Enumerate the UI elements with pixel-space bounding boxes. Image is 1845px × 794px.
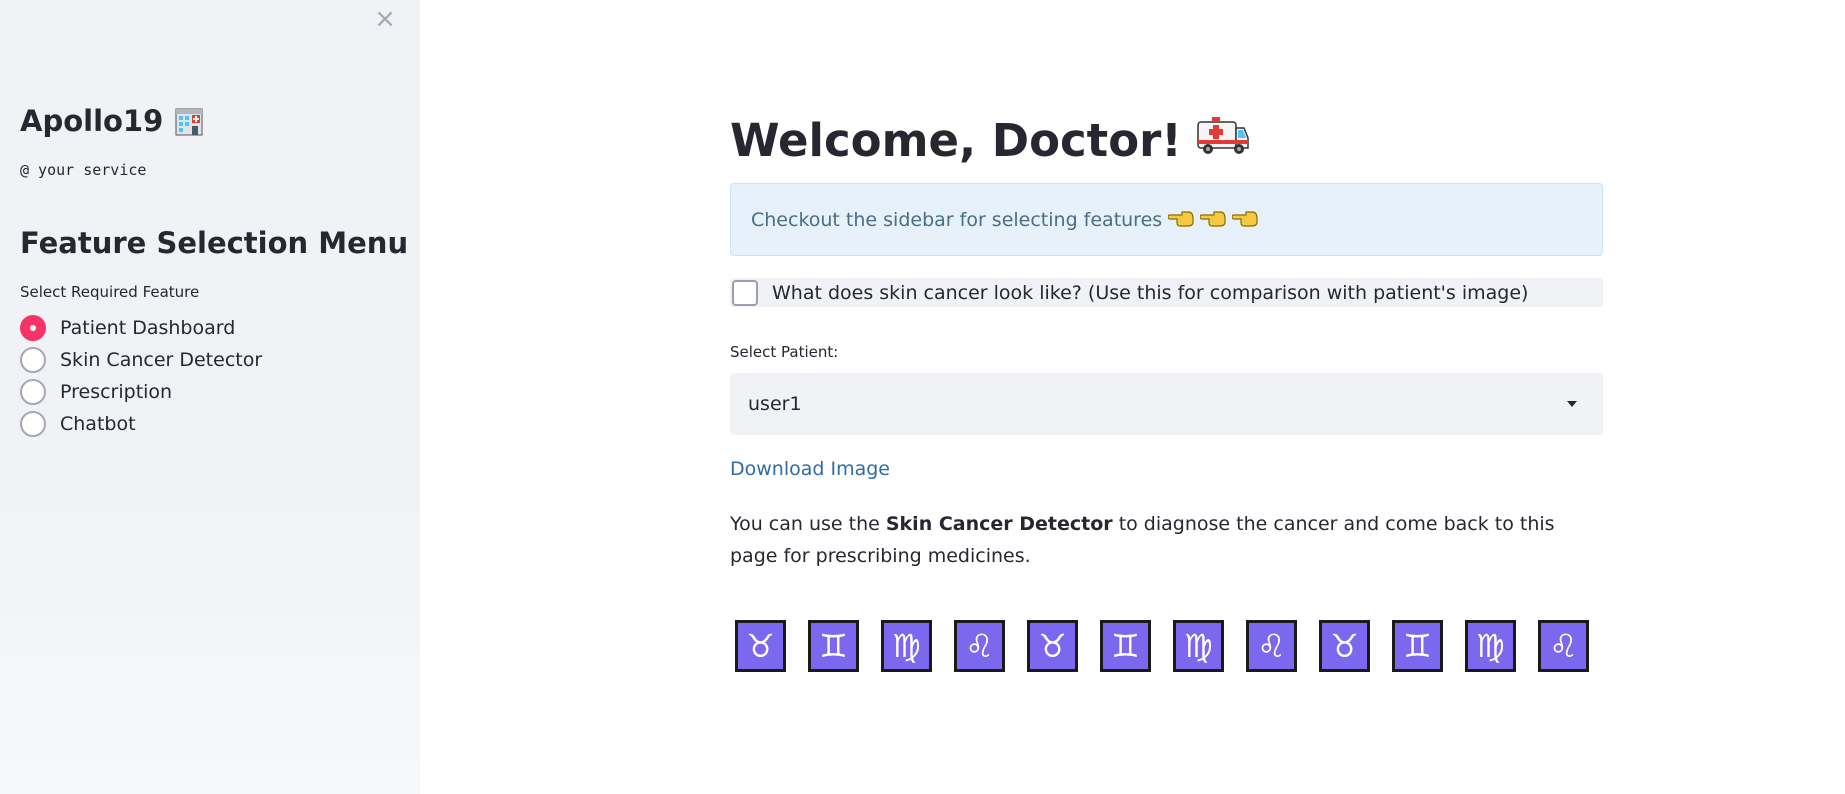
zodiac-emoji-row: ♉ ♊ ♍ ♌ ♉ ♊ ♍ ♌ ♉ ♊ ♍ ♌ <box>735 620 1589 672</box>
ambulance-icon <box>1196 112 1250 169</box>
app-title: Apollo19 <box>20 104 205 138</box>
sidebar: × Apollo19 @ your service Feature Select… <box>0 0 420 794</box>
patient-select-value: user1 <box>748 393 802 415</box>
gemini-icon: ♊ <box>808 620 859 672</box>
radio-skin-cancer-detector[interactable]: Skin Cancer Detector <box>20 344 262 376</box>
radio-label: Prescription <box>60 381 173 403</box>
app-subtitle: @ your service <box>20 161 147 179</box>
radio-chatbot[interactable]: Chatbot <box>20 408 262 440</box>
gemini-icon: ♊ <box>1392 620 1443 672</box>
menu-title: Feature Selection Menu <box>20 226 409 260</box>
radio-label: Chatbot <box>60 413 136 435</box>
radio-prescription[interactable]: Prescription <box>20 376 262 408</box>
checkbox-label: What does skin cancer look like? (Use th… <box>772 281 1529 304</box>
page-title-text: Welcome, Doctor! <box>730 114 1182 167</box>
hospital-icon <box>173 105 205 137</box>
feature-radio-group: Patient Dashboard Skin Cancer Detector P… <box>20 312 262 440</box>
comparison-checkbox-row[interactable]: What does skin cancer look like? (Use th… <box>730 278 1603 307</box>
leo-icon: ♌ <box>954 620 1005 672</box>
radio-button[interactable] <box>20 379 46 405</box>
close-sidebar-icon[interactable]: × <box>372 6 398 32</box>
gemini-icon: ♊ <box>1100 620 1151 672</box>
para-text-bold: Skin Cancer Detector <box>885 513 1113 535</box>
info-alert: Checkout the sidebar for selecting featu… <box>730 183 1603 256</box>
radio-label: Patient Dashboard <box>60 317 236 339</box>
leo-icon: ♌ <box>1246 620 1297 672</box>
info-alert-text: Checkout the sidebar for selecting featu… <box>751 208 1163 231</box>
comparison-checkbox[interactable] <box>732 279 758 306</box>
app-title-text: Apollo19 <box>20 104 164 138</box>
select-patient-label: Select Patient: <box>730 343 839 361</box>
para-text-pre: You can use the <box>730 513 886 535</box>
virgo-icon: ♍ <box>1173 620 1224 672</box>
radio-button[interactable] <box>20 411 46 437</box>
radio-group-label: Select Required Feature <box>20 283 200 301</box>
radio-label: Skin Cancer Detector <box>60 349 263 371</box>
instruction-paragraph: You can use the Skin Cancer Detector to … <box>730 508 1603 572</box>
backhand-point-left-icon <box>1231 208 1258 232</box>
patient-select[interactable]: user1 <box>730 373 1603 435</box>
backhand-point-left-icon <box>1199 208 1226 232</box>
taurus-icon: ♉ <box>1027 620 1078 672</box>
chevron-down-icon[interactable] <box>1567 401 1577 407</box>
radio-patient-dashboard[interactable]: Patient Dashboard <box>20 312 262 344</box>
radio-button-checked[interactable] <box>20 315 46 341</box>
page-title: Welcome, Doctor! <box>730 112 1250 169</box>
download-image-link[interactable]: Download Image <box>730 458 890 480</box>
radio-button[interactable] <box>20 347 46 373</box>
leo-icon: ♌ <box>1538 620 1589 672</box>
taurus-icon: ♉ <box>1319 620 1370 672</box>
virgo-icon: ♍ <box>881 620 932 672</box>
virgo-icon: ♍ <box>1465 620 1516 672</box>
taurus-icon: ♉ <box>735 620 786 672</box>
backhand-point-left-icon <box>1167 208 1194 232</box>
